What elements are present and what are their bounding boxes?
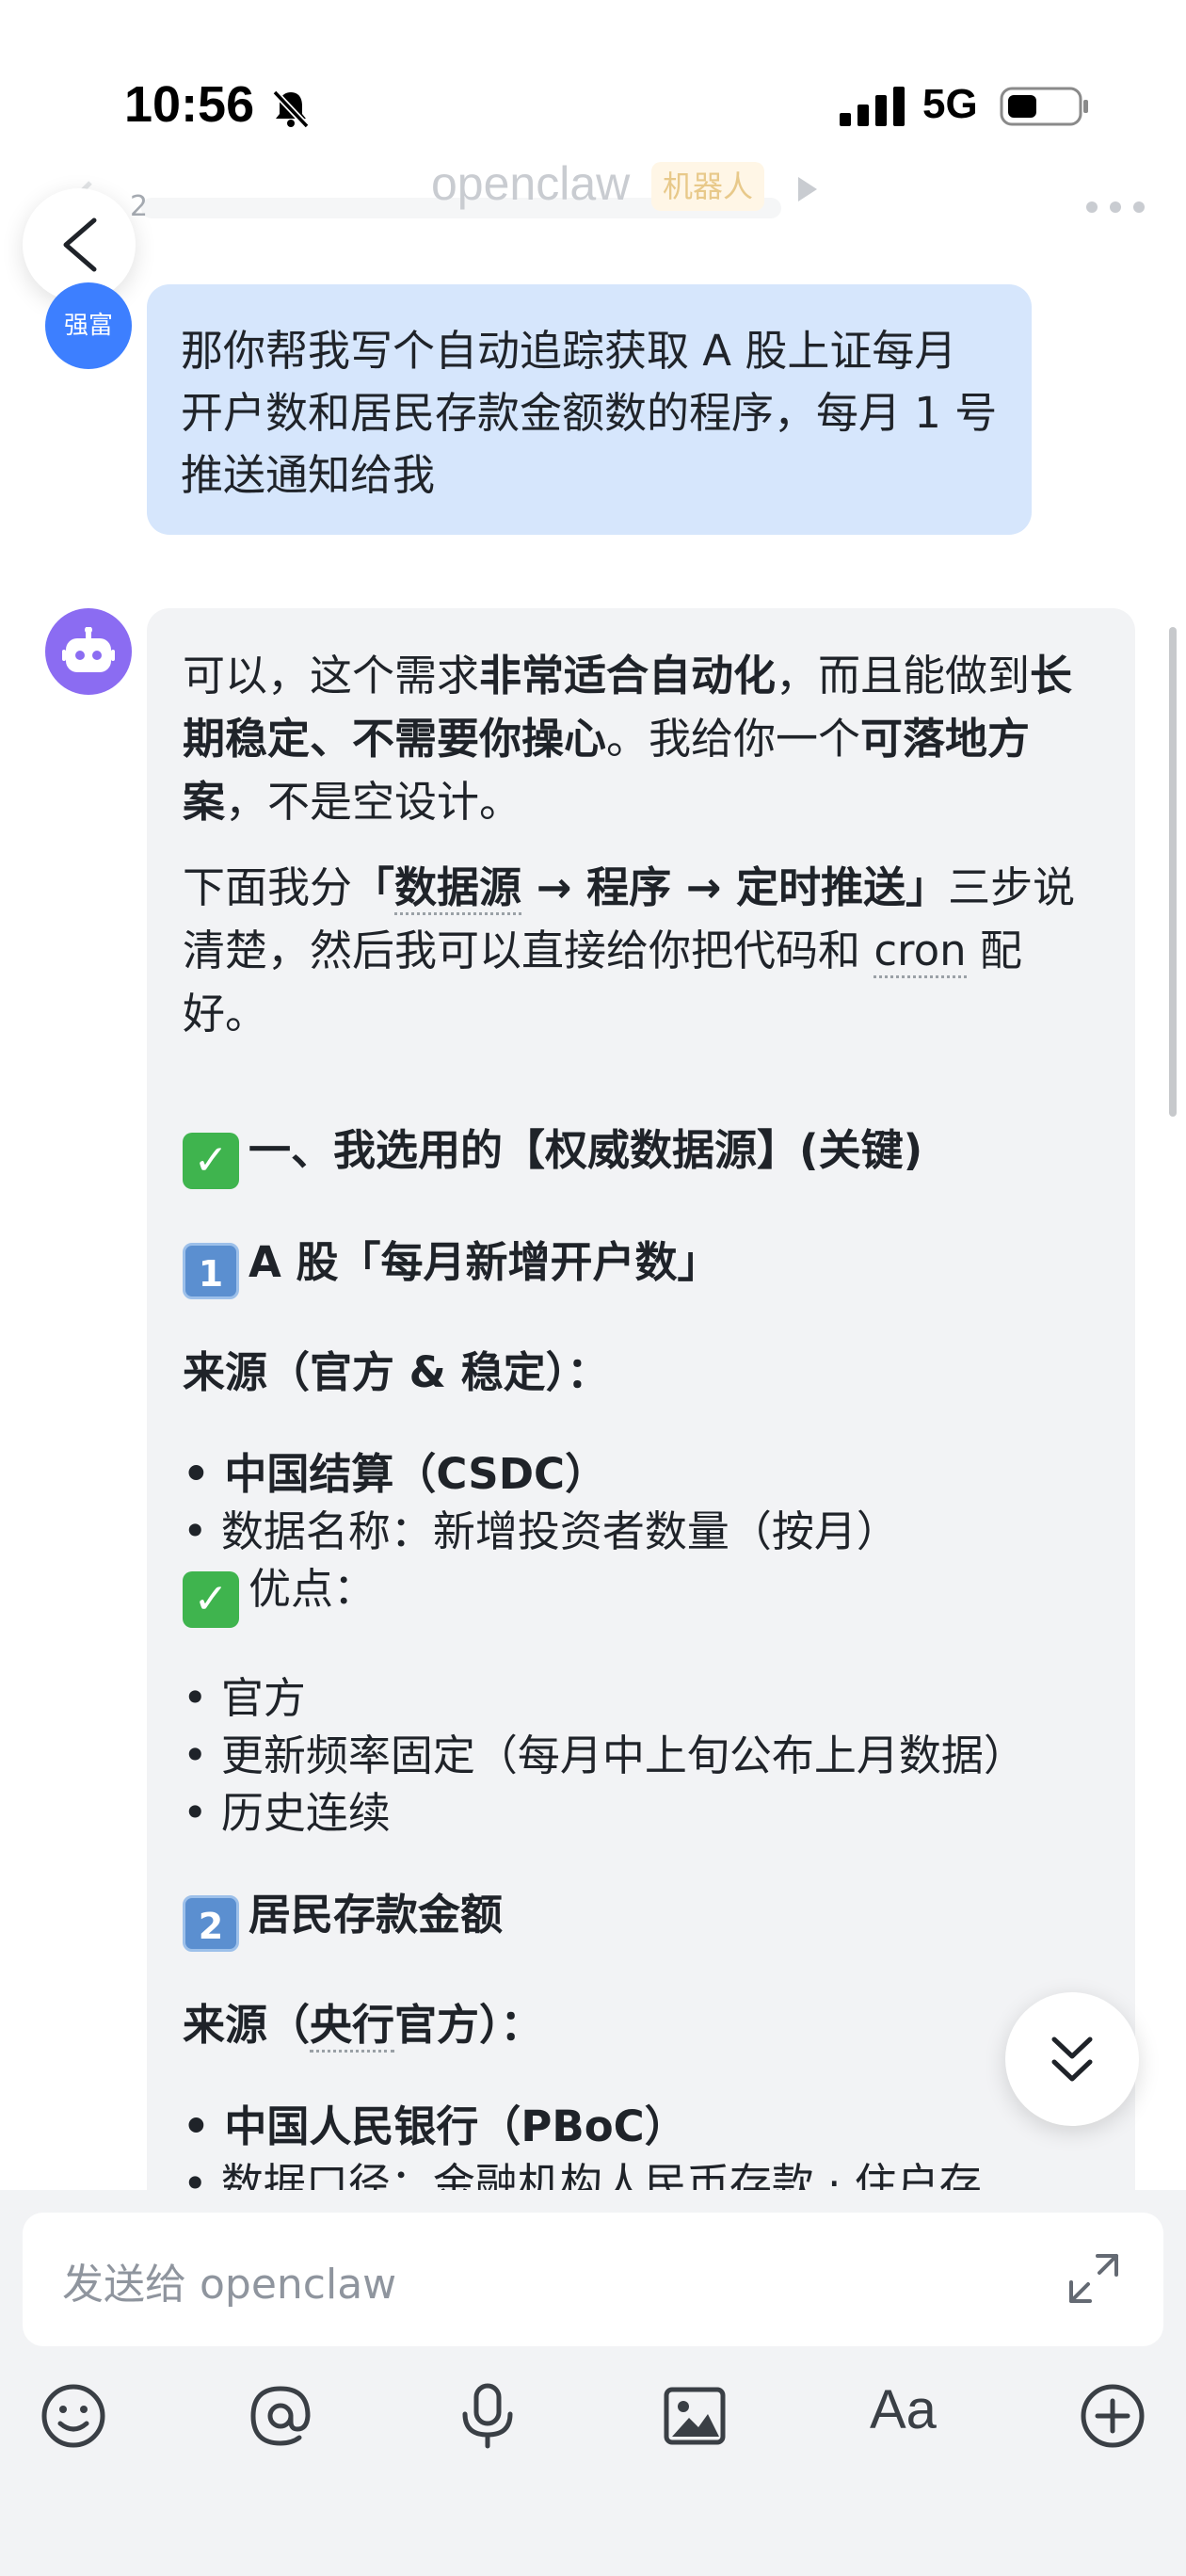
bot-avatar[interactable]	[45, 608, 132, 695]
keycap-one-icon: 1	[183, 1243, 239, 1299]
text-span: ，而且能做到	[776, 651, 1031, 700]
user-message-bubble[interactable]: 那你帮我写个自动追踪获取 A 股上证每月开户数和居民存款金额数的程序，每月 1 …	[147, 284, 1032, 535]
expand-icon[interactable]	[1066, 2250, 1122, 2307]
bell-muted-icon	[272, 89, 310, 129]
image-icon	[664, 2387, 726, 2445]
more-actions-button[interactable]	[1075, 2378, 1150, 2454]
plan-paragraph: 下面我分「数据源 → 程序 → 定时推送」三步说清楚，然后我可以直接给你把代码和…	[183, 856, 1099, 1045]
text-span: 。我给你一个	[606, 714, 861, 764]
list-item: • 中国人民银行（PBoC）	[183, 2098, 1099, 2155]
check-mark-icon: ✓	[183, 1571, 239, 1628]
chat-header: 2 openclaw 机器人	[0, 151, 1186, 264]
term-link[interactable]: 数据源	[394, 862, 522, 915]
heading-text: 居民存款金额	[248, 1890, 504, 1940]
check-mark-icon: ✓	[183, 1133, 239, 1189]
bold-span: 「	[352, 862, 395, 912]
composer: 发送给 openclaw Aa	[0, 2190, 1186, 2576]
pros-line: ✓ 优点：	[183, 1560, 1099, 1628]
plus-circle-icon	[1081, 2384, 1145, 2448]
bold-span: • 中国人民银行（PBoC）	[183, 2101, 687, 2151]
input-placeholder: 发送给 openclaw	[62, 2261, 397, 2309]
heading-text: A 股「每月新增开户数」	[248, 1237, 720, 1287]
list-item: • 官方	[183, 1673, 306, 1723]
at-sign-icon	[250, 2386, 311, 2446]
smiley-icon	[41, 2384, 105, 2448]
chevron-right-icon[interactable]	[796, 175, 819, 203]
more-icon[interactable]	[1082, 198, 1148, 217]
microphone-icon	[462, 2383, 513, 2449]
network-label: 5G	[922, 81, 978, 127]
keycap-two-icon: 2	[183, 1895, 239, 1952]
text-format-button[interactable]: Aa	[870, 2378, 937, 2441]
bold-span: 非常适合自动化	[479, 651, 777, 700]
text-span: 来源（	[183, 2000, 311, 2050]
source-title: 来源（央行官方）：	[183, 1993, 1099, 2056]
list-item: • 中国结算（CSDC）	[183, 1445, 1099, 1503]
text-span: 优点：	[248, 1564, 377, 1614]
heading-text: 一、我选用的【权威数据源】(关键)	[248, 1125, 923, 1175]
list-item: • 更新频率固定（每月中上旬公布上月数据）	[183, 1731, 1026, 1780]
term-link[interactable]: 央行	[310, 2000, 395, 2053]
robot-icon	[62, 627, 115, 672]
intro-paragraph: 可以，这个需求非常适合自动化，而且能做到长期稳定、不需要你操心。我给你一个可落地…	[183, 644, 1099, 833]
scroll-to-bottom-button[interactable]	[1005, 1992, 1139, 2126]
emoji-button[interactable]	[36, 2378, 111, 2454]
scrollbar[interactable]	[1169, 627, 1177, 1117]
text-span: ，不是空设计。	[225, 777, 522, 827]
text-span: 下面我分	[183, 862, 353, 912]
composer-toolbar: Aa	[0, 2378, 1186, 2491]
section-heading: ✓ 一、我选用的【权威数据源】(关键)	[183, 1119, 1099, 1189]
double-chevron-down-icon	[1051, 2037, 1093, 2082]
item-heading: 2 居民存款金额	[183, 1883, 1099, 1952]
bot-badge: 机器人	[651, 162, 765, 211]
text-span: 可以，这个需求	[183, 651, 480, 700]
voice-button[interactable]	[450, 2378, 525, 2454]
battery-icon	[1000, 87, 1088, 126]
chat-title[interactable]: openclaw	[431, 156, 630, 211]
text-span: 官方）：	[394, 2000, 543, 2050]
user-avatar[interactable]: 强富	[45, 282, 132, 369]
list-item: • 历史连续	[183, 1788, 391, 1838]
chevron-left-icon	[63, 217, 97, 272]
status-time: 10:56	[124, 76, 255, 133]
item-heading: 1A 股「每月新增开户数」	[183, 1231, 1099, 1299]
status-bar: 10:56 5G	[0, 0, 1186, 151]
signal-icon	[840, 87, 905, 126]
source-title: 来源（官方 & 稳定）：	[183, 1347, 610, 1397]
bold-span: • 中国结算（CSDC）	[183, 1449, 608, 1499]
message-input[interactable]: 发送给 openclaw	[23, 2213, 1163, 2346]
term-link[interactable]: cron	[873, 926, 967, 978]
bot-message-bubble[interactable]: 可以，这个需求非常适合自动化，而且能做到长期稳定、不需要你操心。我给你一个可落地…	[147, 608, 1135, 2209]
unread-count: 2	[130, 190, 149, 223]
bold-span: → 程序 → 定时推送」	[521, 862, 949, 912]
image-button[interactable]	[657, 2378, 732, 2454]
mention-button[interactable]	[243, 2378, 318, 2454]
list-item: • 数据名称：新增投资者数量（按月）	[183, 1506, 899, 1556]
